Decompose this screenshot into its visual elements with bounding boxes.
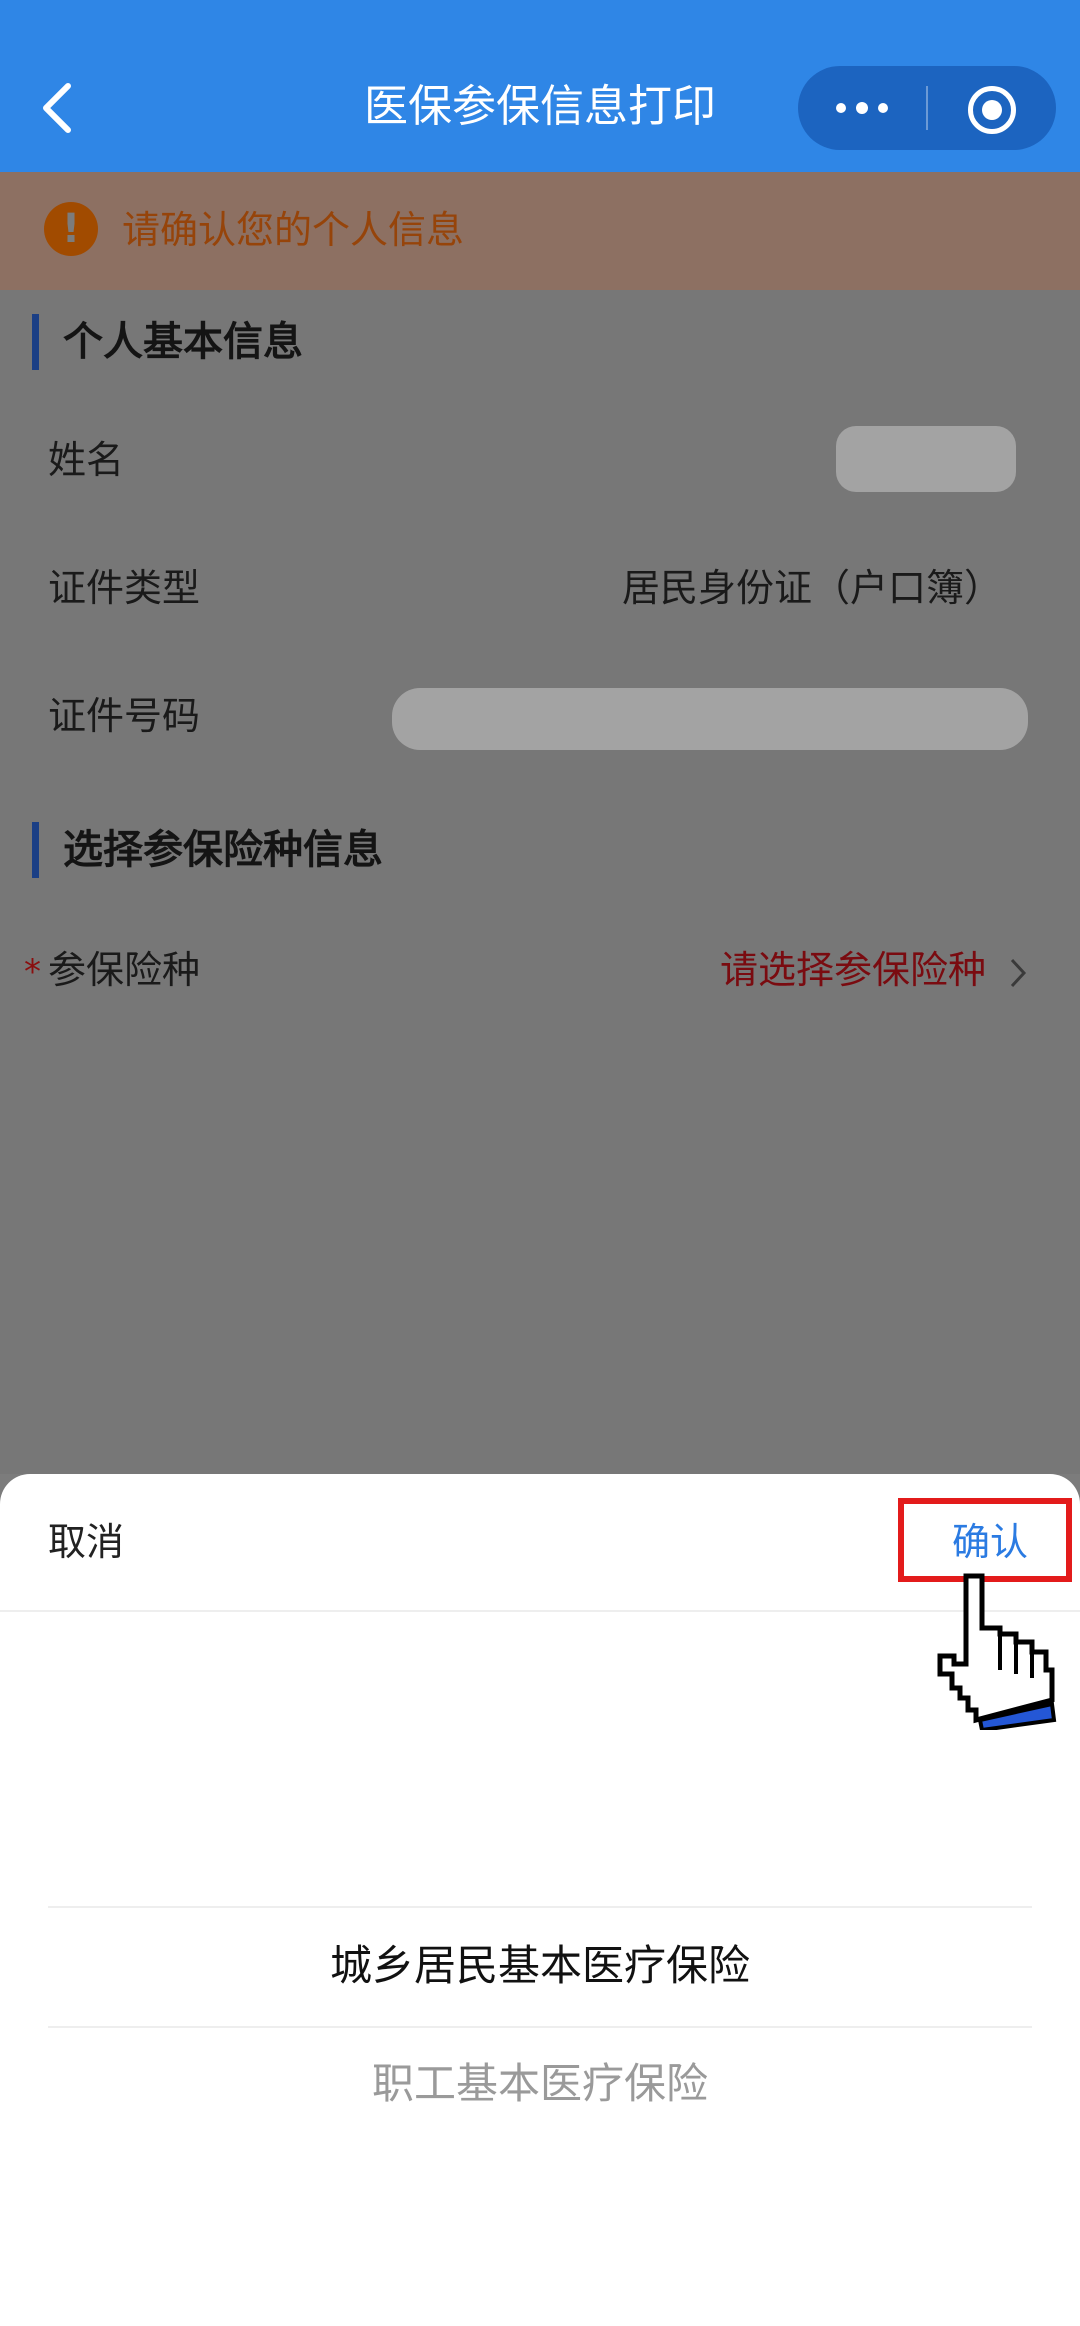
pointing-hand-icon <box>937 1573 1057 1730</box>
picker-indicator-top <box>48 1906 1032 1908</box>
id-number-label: 证件号码 <box>48 694 201 738</box>
mini-program-capsule <box>798 66 1056 150</box>
close-target-icon[interactable] <box>968 86 1016 134</box>
insurance-panel: 选择参保险种信息 * 参保险种 请选择参保险种 <box>0 780 1080 1474</box>
navigation-bar: 医保参保信息打印 <box>0 0 1080 172</box>
picker-toolbar: 取消 确认 <box>0 1474 1080 1612</box>
capsule-divider <box>926 86 928 130</box>
picker-option-2[interactable]: 职工基本医疗保险 <box>0 2054 1080 2114</box>
notice-banner: ! 请确认您的个人信息 <box>0 172 1080 290</box>
picker-option-1[interactable]: 城乡居民基本医疗保险 <box>0 1936 1080 1996</box>
insurance-type-label: 参保险种 <box>48 948 201 992</box>
insurance-type-select[interactable]: 请选择参保险种 <box>720 942 986 998</box>
personal-info-panel: 个人基本信息 姓名 证件类型 居民身份证（户口簿） 证件号码 <box>0 290 1080 780</box>
name-label: 姓名 <box>48 438 125 482</box>
cancel-button[interactable]: 取消 <box>48 1514 124 1570</box>
more-options-icon[interactable] <box>798 66 926 150</box>
insurance-picker-sheet: 取消 确认 城乡居民基本医疗保险 职工基本医疗保险 <box>0 1474 1080 2326</box>
id-type-label: 证件类型 <box>48 566 201 610</box>
chevron-right-icon <box>1010 958 1027 988</box>
id-type-value: 居民身份证（户口簿） <box>621 566 1002 610</box>
name-value-masked <box>836 426 1016 492</box>
exclamation-icon: ! <box>44 202 98 256</box>
section-title-insurance: 选择参保险种信息 <box>32 822 383 878</box>
id-number-value-masked <box>392 688 1028 750</box>
required-mark: * <box>24 952 41 992</box>
notice-text: 请确认您的个人信息 <box>122 208 465 252</box>
picker-indicator-bottom <box>48 2026 1032 2028</box>
confirm-button[interactable]: 确认 <box>952 1514 1028 1570</box>
section-title-personal: 个人基本信息 <box>32 314 303 370</box>
